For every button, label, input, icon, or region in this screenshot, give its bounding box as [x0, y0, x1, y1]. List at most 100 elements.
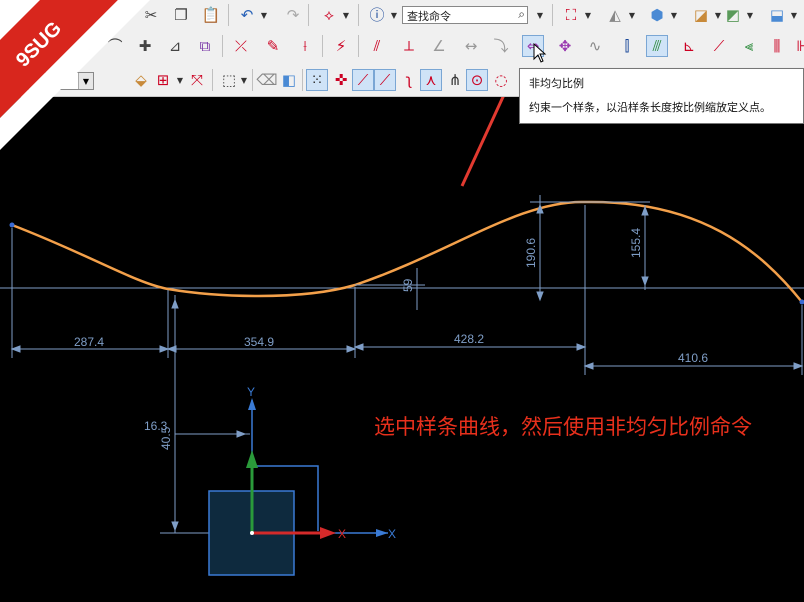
- dimension-287-4[interactable]: 287.4: [74, 335, 104, 349]
- undo-dropdown[interactable]: ▼: [260, 4, 268, 26]
- mouse-cursor-icon: [533, 43, 547, 63]
- separator: [358, 4, 359, 26]
- alternate-solution-icon[interactable]: ⫼: [766, 35, 788, 57]
- quick-trim-icon[interactable]: ⤫: [230, 35, 252, 57]
- parallel-constraint-icon[interactable]: ⫽: [366, 35, 388, 57]
- x-axis-label-outer: X: [388, 527, 396, 541]
- selection-box-icon[interactable]: ⬚: [218, 69, 240, 91]
- trim-corner-icon[interactable]: ⊿: [164, 35, 186, 57]
- view-orient-dropdown[interactable]: ▼: [628, 4, 636, 26]
- chevron-down-icon[interactable]: ▼: [78, 73, 93, 89]
- snap-dropdown[interactable]: ▼: [342, 4, 350, 26]
- separator: [252, 69, 253, 91]
- make-corner-icon[interactable]: ⟊: [294, 35, 316, 57]
- separator: [552, 4, 553, 26]
- relations-browser-icon[interactable]: ⫷: [738, 35, 760, 57]
- y-axis-green-arrow: [246, 450, 258, 468]
- center-snap-icon[interactable]: ⊙: [466, 69, 488, 91]
- fillet-icon[interactable]: ⌒: [104, 35, 126, 57]
- view-orient-icon[interactable]: ◭: [604, 4, 626, 26]
- dimension-155-4[interactable]: 155.4: [629, 228, 643, 258]
- eraser-icon[interactable]: ⌫: [256, 69, 278, 91]
- search-icon[interactable]: ⌕: [518, 7, 525, 22]
- dimension-40-5[interactable]: 40.5: [159, 426, 173, 450]
- endpoint-snap-icon[interactable]: ⟋: [352, 69, 374, 91]
- curve-slope-icon[interactable]: ∿: [584, 35, 606, 57]
- csys-origin: [250, 531, 254, 535]
- separator: [222, 35, 223, 57]
- selection-filter-icon[interactable]: ⬙: [130, 69, 152, 91]
- tooltip-title: 非均匀比例: [529, 77, 584, 90]
- mirror-constraint-icon[interactable]: ⫿: [616, 35, 638, 57]
- show-constraints-icon[interactable]: ⫻: [646, 35, 668, 57]
- quadrant-snap-icon[interactable]: ◌: [490, 69, 512, 91]
- fit-view-dropdown[interactable]: ▼: [584, 4, 592, 26]
- control-point-snap-icon[interactable]: ʅ: [398, 69, 420, 91]
- separator: [212, 69, 213, 91]
- x-axis-red-arrow: [320, 527, 336, 539]
- point-snap-icon[interactable]: ⤧: [186, 69, 208, 91]
- dimension-428-2[interactable]: 428.2: [454, 332, 484, 346]
- separator: [358, 35, 359, 57]
- solid-body-icon[interactable]: ◧: [278, 69, 300, 91]
- toolbar-row-2: ⌒ ✚ ⊿ ⧉ ⤫ ✎ ⟊ ⚡ ⫽ ⟂ ∠ ↔ ⤵ ⇔ ✥ ∿ ⫿ ⫻ ⊾ ⟋ …: [0, 33, 804, 63]
- convert-reference-icon[interactable]: ⟋: [708, 35, 730, 57]
- snap-object-dropdown[interactable]: ▼: [176, 69, 184, 91]
- render-style-icon[interactable]: ⬢: [646, 4, 668, 26]
- tangent-constraint-icon[interactable]: ⤵: [490, 35, 512, 57]
- redo-icon[interactable]: ↷: [282, 4, 304, 26]
- dimension-354-9[interactable]: 354.9: [244, 335, 274, 349]
- midpoint-snap-icon[interactable]: ⟋: [374, 69, 396, 91]
- layer-dropdown[interactable]: ▼: [714, 4, 722, 26]
- dimension-lines: [10, 203, 804, 532]
- auto-constrain-icon[interactable]: ⊾: [678, 35, 700, 57]
- arc-center-snap-icon[interactable]: ⋔: [444, 69, 466, 91]
- y-axis-blue-arrow: [248, 398, 256, 410]
- copy-icon[interactable]: ❐: [170, 4, 192, 26]
- render-style-dropdown[interactable]: ▼: [670, 4, 678, 26]
- dimension-410-6[interactable]: 410.6: [678, 351, 708, 365]
- search-input[interactable]: 查找命令 ⌕: [402, 6, 528, 24]
- point-icon[interactable]: ✚: [134, 35, 156, 57]
- intersection-snap-icon[interactable]: ⋏: [420, 69, 442, 91]
- spline-endpoint-left[interactable]: [9, 222, 15, 228]
- tooltip-description: 约束一个样条，以沿样条长度按比例缩放定义点。: [529, 101, 771, 114]
- drag-icon[interactable]: ✜: [330, 69, 352, 91]
- auto-dimension-icon[interactable]: ⚡: [330, 35, 352, 57]
- offset-curve-icon[interactable]: ⧉: [194, 35, 216, 57]
- angle-constraint-icon[interactable]: ∠: [428, 35, 450, 57]
- snap-object-icon[interactable]: ⊞: [152, 69, 174, 91]
- toolbar-row-1: ✂ ❐ 📋 ↶ ▼ ↷ ⟡ ▼ ⓘ ▼ 查找命令 ⌕ ▼ ⛶ ▼ ◭ ▼ ⬢ ▼…: [0, 2, 804, 32]
- layer-icon[interactable]: ◪: [690, 4, 712, 26]
- separator: [322, 35, 323, 57]
- selection-box-dropdown[interactable]: ▼: [240, 69, 248, 91]
- section-dropdown[interactable]: ▼: [746, 4, 754, 26]
- separator: [228, 4, 229, 26]
- instruction-annotation: 选中样条曲线，然后使用非均匀比例命令: [374, 415, 752, 439]
- search-input-text: 查找命令: [407, 10, 451, 23]
- cut-icon[interactable]: ✂: [140, 4, 162, 26]
- y-axis-label: Y: [247, 385, 255, 399]
- fit-view-icon[interactable]: ⛶: [560, 4, 582, 26]
- grid-snap-icon[interactable]: ⁙: [306, 69, 328, 91]
- info-icon[interactable]: ⓘ: [366, 4, 388, 26]
- filter-combo[interactable]: ▼: [0, 72, 94, 90]
- search-dropdown[interactable]: ▼: [536, 4, 544, 26]
- tooltip: 非均匀比例 约束一个样条，以沿样条长度按比例缩放定义点。: [519, 68, 804, 124]
- inferred-constraints-icon[interactable]: ⊩: [792, 35, 804, 57]
- dimension-190-6[interactable]: 190.6: [524, 238, 538, 268]
- separator: [308, 4, 309, 26]
- edit-section-icon[interactable]: ⬓: [766, 4, 788, 26]
- horizontal-constraint-icon[interactable]: ↔: [460, 35, 482, 57]
- dimension-59[interactable]: 59: [401, 278, 415, 292]
- uniform-scale-icon[interactable]: ✥: [554, 35, 576, 57]
- more-dropdown[interactable]: ▼: [790, 4, 798, 26]
- info-dropdown[interactable]: ▼: [390, 4, 398, 26]
- snap-point-icon[interactable]: ⟡: [318, 4, 340, 26]
- perpendicular-constraint-icon[interactable]: ⟂: [398, 35, 420, 57]
- quick-extend-icon[interactable]: ✎: [262, 35, 284, 57]
- undo-icon[interactable]: ↶: [236, 4, 258, 26]
- paste-icon[interactable]: 📋: [200, 4, 222, 26]
- x-axis-label-inner: X: [338, 527, 346, 541]
- section-view-icon[interactable]: ◩: [722, 4, 744, 26]
